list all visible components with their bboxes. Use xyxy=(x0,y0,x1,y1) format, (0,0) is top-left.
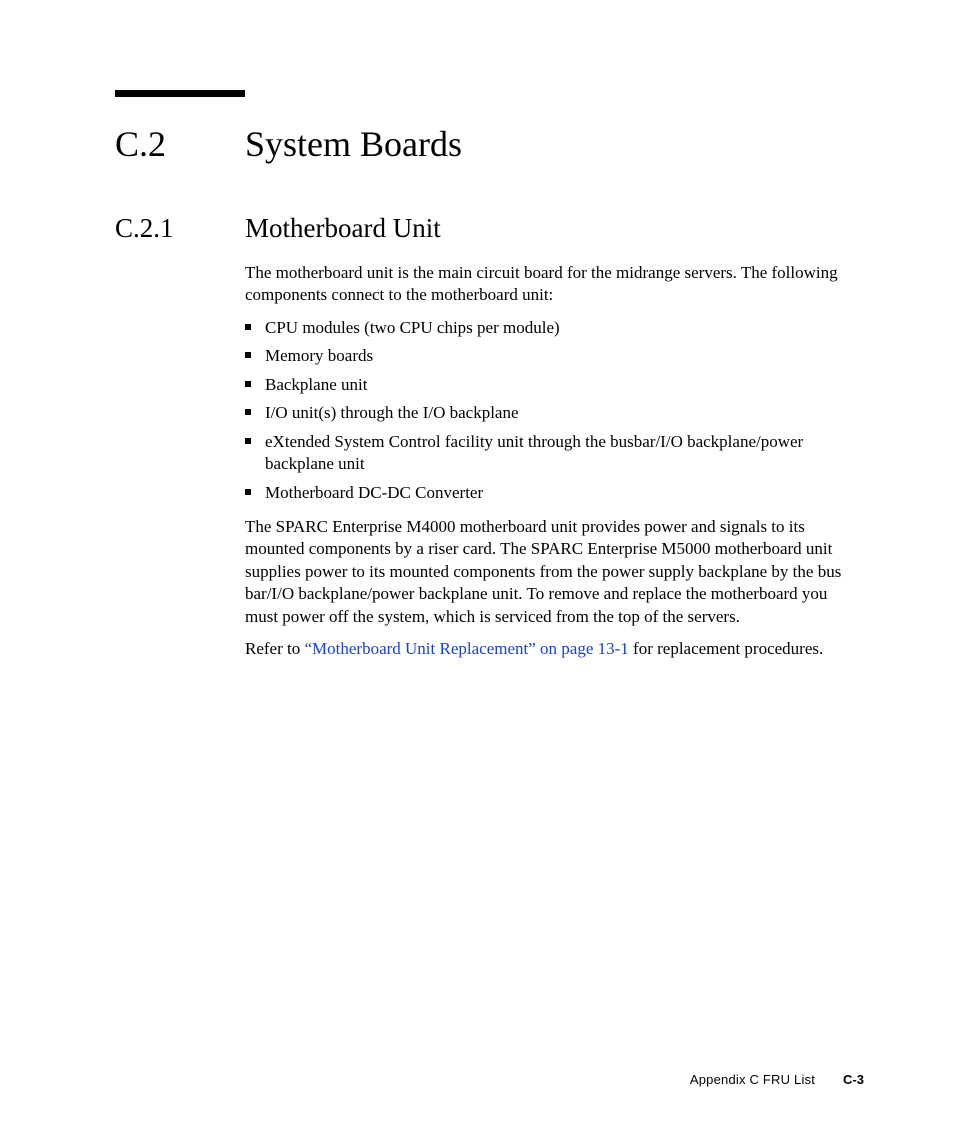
body-text: The motherboard unit is the main circuit… xyxy=(245,262,864,661)
component-list: CPU modules (two CPU chips per module) M… xyxy=(245,317,864,504)
list-item: Memory boards xyxy=(245,345,864,367)
subsection-number: C.2.1 xyxy=(115,213,245,244)
footer-page-number: C-3 xyxy=(843,1072,864,1087)
reference-suffix: for replacement procedures. xyxy=(629,639,823,658)
subsection-title: Motherboard Unit xyxy=(245,213,441,244)
section-rule xyxy=(115,90,245,97)
list-item: CPU modules (two CPU chips per module) xyxy=(245,317,864,339)
footer-appendix-label: Appendix C FRU List xyxy=(690,1072,815,1087)
page-footer: Appendix C FRU List C-3 xyxy=(690,1072,864,1087)
section-number: C.2 xyxy=(115,123,245,165)
subsection-heading: C.2.1 Motherboard Unit xyxy=(115,213,864,244)
list-item: Backplane unit xyxy=(245,374,864,396)
list-item: Motherboard DC-DC Converter xyxy=(245,482,864,504)
intro-paragraph: The motherboard unit is the main circuit… xyxy=(245,262,864,307)
body-paragraph: The SPARC Enterprise M4000 motherboard u… xyxy=(245,516,864,628)
section-title: System Boards xyxy=(245,123,462,165)
page: C.2 System Boards C.2.1 Motherboard Unit… xyxy=(0,0,954,1145)
reference-paragraph: Refer to “Motherboard Unit Replacement” … xyxy=(245,638,864,660)
cross-reference-link[interactable]: “Motherboard Unit Replacement” on page 1… xyxy=(304,639,628,658)
list-item: I/O unit(s) through the I/O backplane xyxy=(245,402,864,424)
section-heading: C.2 System Boards xyxy=(115,123,864,165)
reference-prefix: Refer to xyxy=(245,639,304,658)
list-item: eXtended System Control facility unit th… xyxy=(245,431,864,476)
